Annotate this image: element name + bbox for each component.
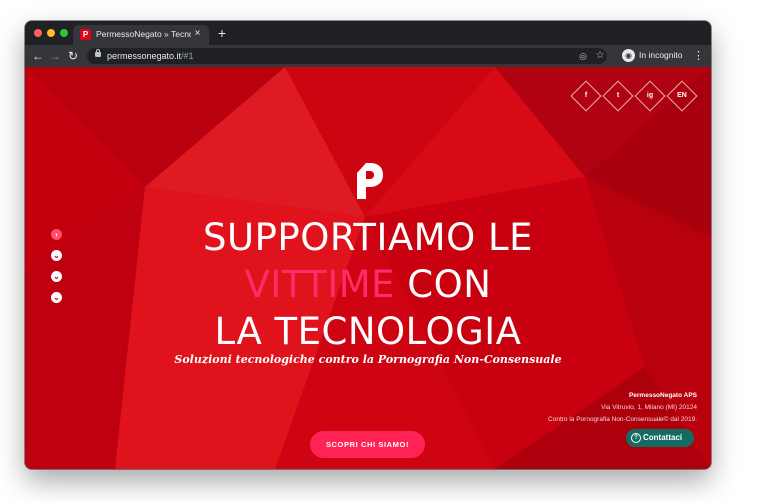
contact-button[interactable]: ? Contattaci xyxy=(626,429,694,447)
window-maximize-button[interactable] xyxy=(60,29,68,37)
org-info: PermessoNegato APS Via Vitruvio, 1, Mila… xyxy=(548,390,697,426)
incognito-icon: ◉ xyxy=(622,49,635,62)
hero-subtitle: Soluzioni tecnologiche contro la Pornogr… xyxy=(174,353,562,366)
headline-line-1: SUPPORTIAMO LE xyxy=(203,216,533,259)
tab-title: PermessoNegato » Tecnologia xyxy=(96,29,191,39)
arrow-left-icon[interactable]: ← xyxy=(31,49,45,63)
new-tab-button[interactable]: + xyxy=(215,26,229,40)
kebab-menu-icon[interactable]: ⋮ xyxy=(693,49,704,63)
discover-us-button[interactable]: SCOPRI CHI SIAMO! xyxy=(310,431,425,458)
hero-headline: SUPPORTIAMO LE VITTIME CON LA TECNOLOGIA xyxy=(25,214,711,355)
facebook-icon: f xyxy=(584,92,588,99)
incognito-label: In incognito xyxy=(639,50,683,60)
headline-highlight: VITTIME xyxy=(244,263,396,306)
headline-line-2-rest: CON xyxy=(395,263,492,306)
lock-icon[interactable] xyxy=(95,49,101,57)
tab-close-icon[interactable]: × xyxy=(192,28,203,39)
page-viewport: f t ig EN › ⌄ ⌄ ⌄ SUPPORTIAMO LE VITTIME… xyxy=(25,67,711,469)
address-bar[interactable]: permessonegato.it/#1 ◎ ☆ xyxy=(87,48,607,64)
tab-strip: P PermessoNegato » Tecnologia × + xyxy=(25,21,711,45)
star-icon[interactable]: ☆ xyxy=(594,50,606,62)
url-path: /#1 xyxy=(181,51,194,61)
browser-tab[interactable]: P PermessoNegato » Tecnologia × xyxy=(73,25,209,45)
url-host: permessonegato.it xyxy=(107,51,182,61)
language-label: EN xyxy=(677,92,687,99)
browser-toolbar: ← → ↻ permessonegato.it/#1 ◎ ☆ ◉ In inco… xyxy=(25,45,711,67)
org-tagline: Contro la Pornografia Non-Consensuale© d… xyxy=(548,416,697,423)
twitter-icon: t xyxy=(616,92,620,99)
contact-label: Contattaci xyxy=(643,433,683,442)
browser-window: P PermessoNegato » Tecnologia × + ← → ↻ … xyxy=(25,21,711,469)
org-address: Via Vitruvio, 1, Milano (MI) 20124 xyxy=(601,404,697,411)
reload-icon[interactable]: ↻ xyxy=(66,49,80,63)
instagram-icon: ig xyxy=(646,92,654,99)
headline-line-3: LA TECNOLOGIA xyxy=(214,310,522,353)
help-icon: ? xyxy=(631,433,641,443)
org-name: PermessoNegato APS xyxy=(628,392,697,399)
favicon-icon: P xyxy=(80,29,91,40)
permessonegato-logo xyxy=(357,163,383,199)
window-close-button[interactable] xyxy=(34,29,42,37)
arrow-right-icon[interactable]: → xyxy=(48,49,62,63)
url-text[interactable]: permessonegato.it/#1 xyxy=(107,50,194,62)
headline-line-2: VITTIME CON xyxy=(25,261,711,308)
window-minimize-button[interactable] xyxy=(47,29,55,37)
eye-off-icon[interactable]: ◎ xyxy=(577,51,589,61)
